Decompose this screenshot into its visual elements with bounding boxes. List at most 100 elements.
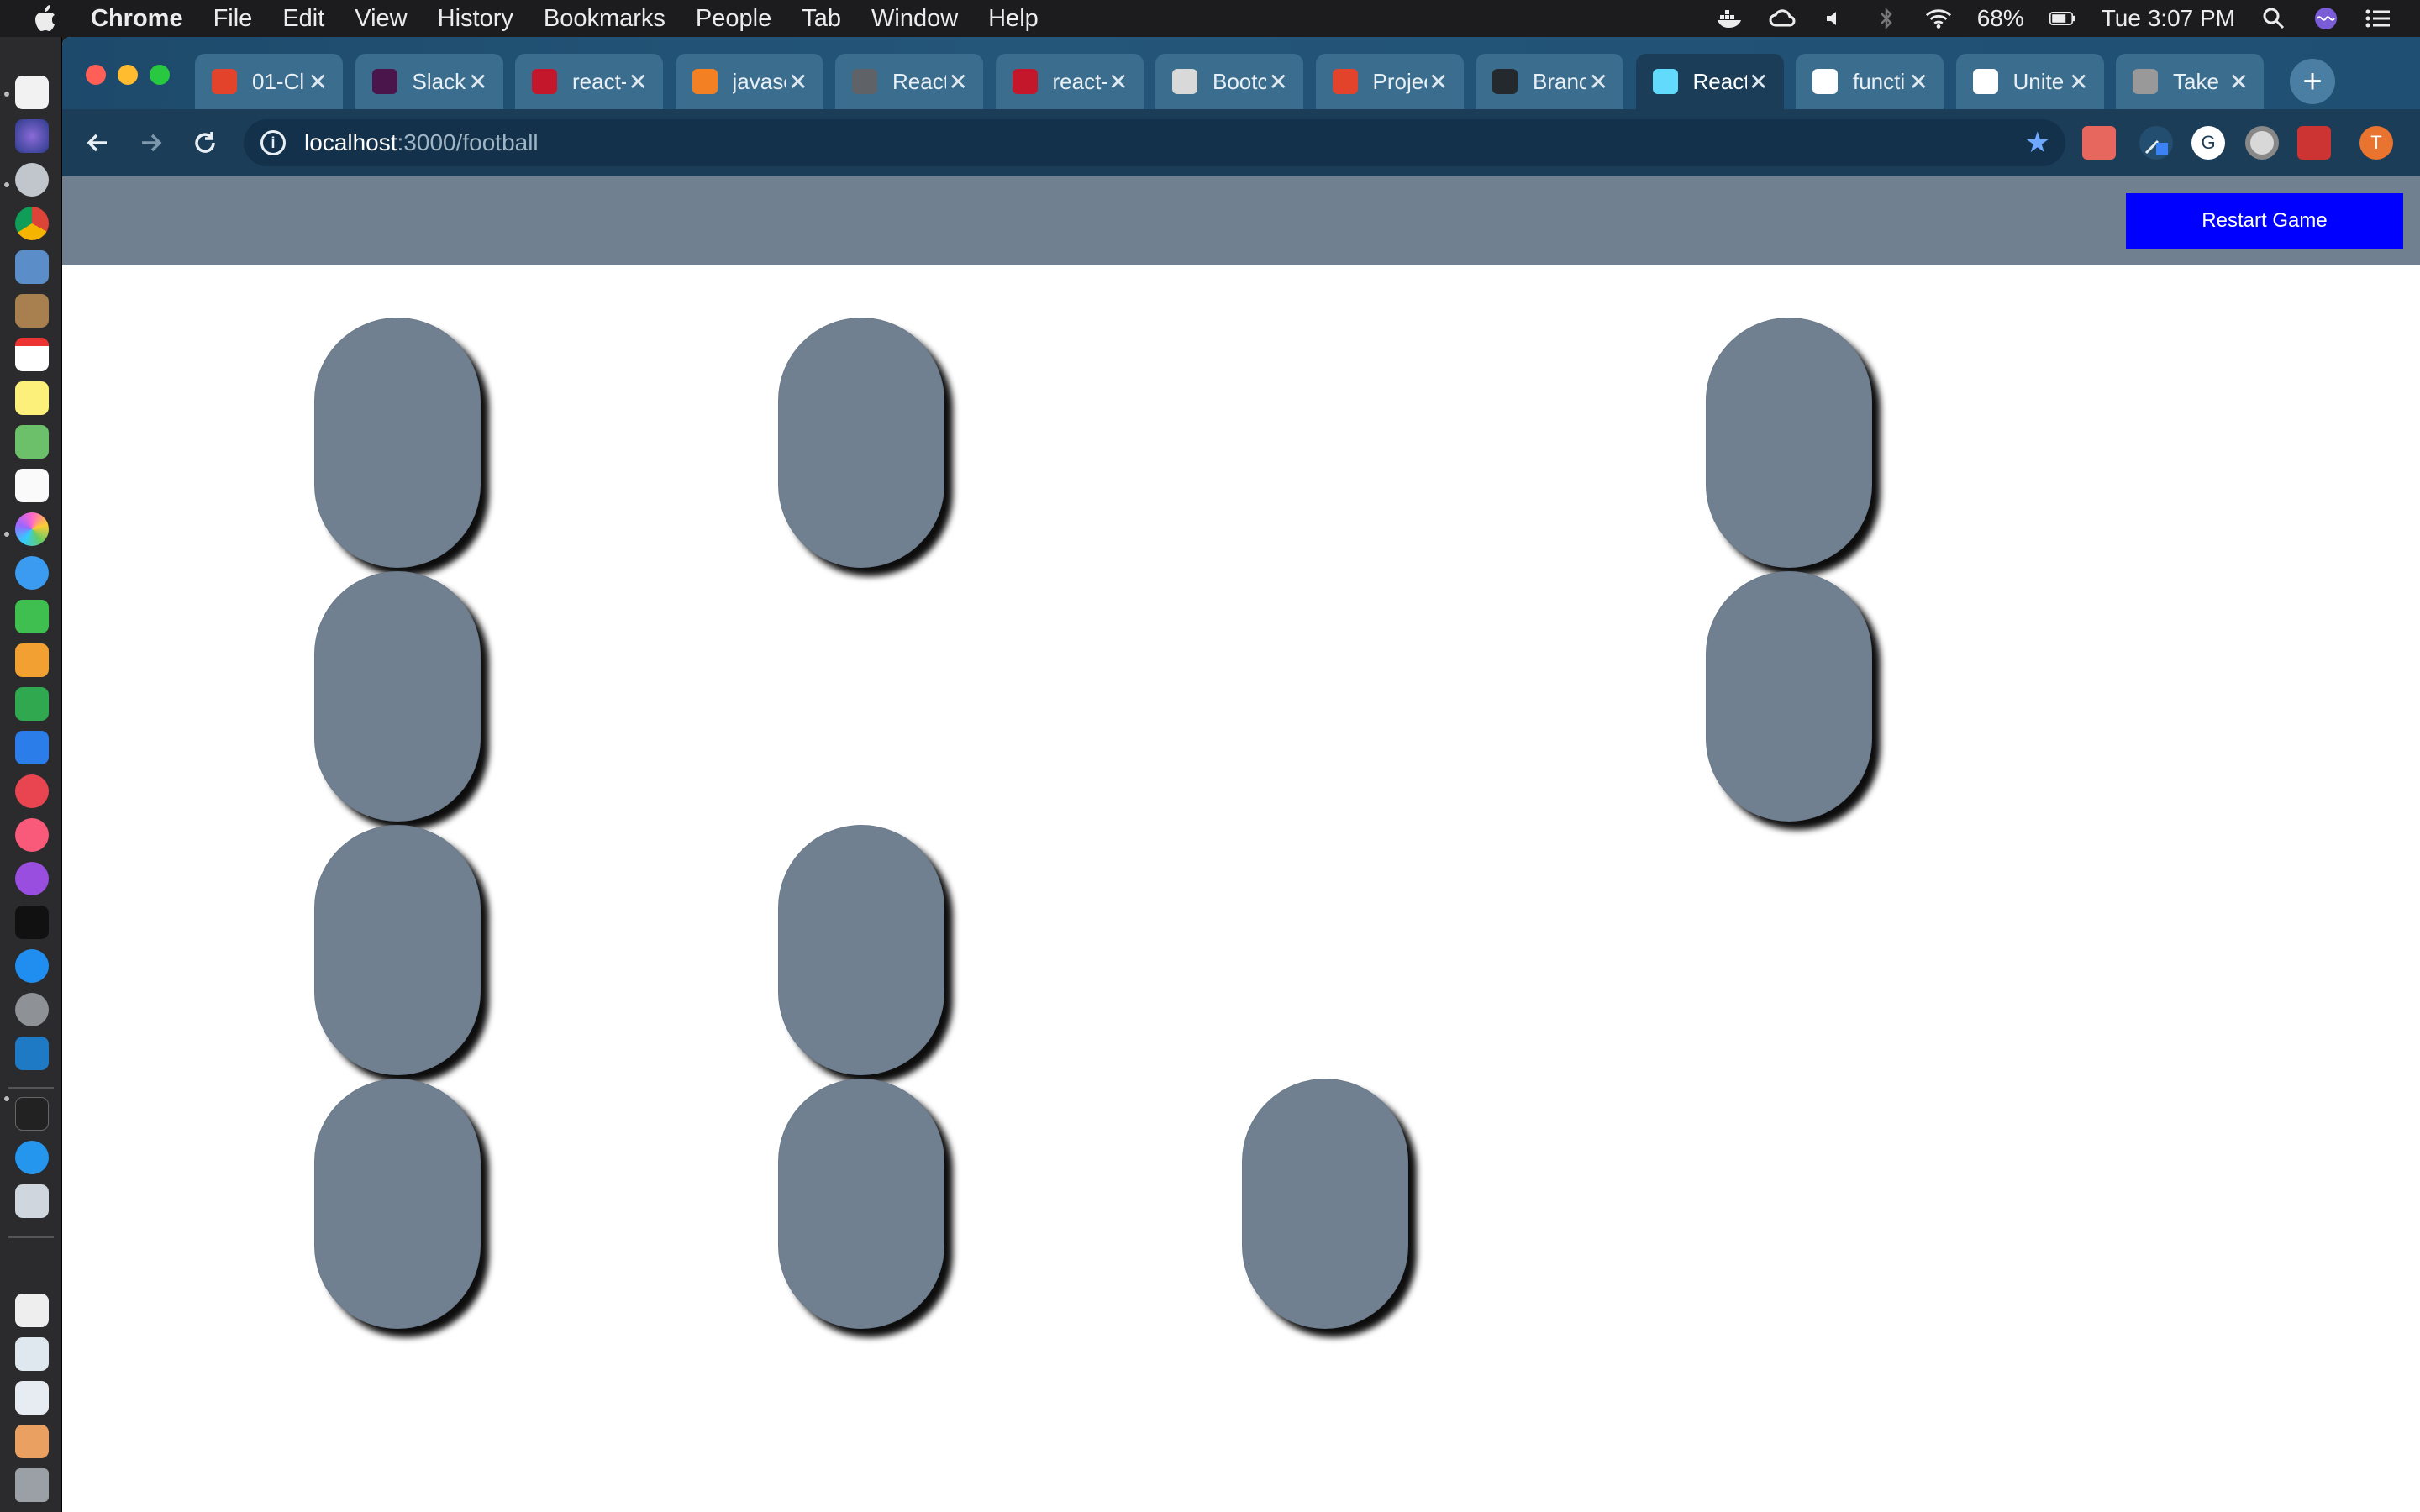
new-tab-button[interactable]: +: [2290, 59, 2335, 104]
browser-tab[interactable]: 01-Cl ✕: [195, 54, 343, 109]
menu-file[interactable]: File: [213, 5, 253, 33]
trash-icon[interactable]: [15, 1468, 49, 1502]
facetime-icon[interactable]: [15, 600, 49, 633]
pages-icon[interactable]: [15, 643, 49, 677]
apple-tv-icon[interactable]: [15, 906, 49, 939]
reminders-icon[interactable]: [15, 469, 49, 502]
news-icon[interactable]: [15, 774, 49, 808]
browser-tab[interactable]: Unite ✕: [1955, 54, 2104, 109]
browser-tab[interactable]: javasc✕: [675, 54, 823, 109]
vscode-icon[interactable]: [15, 1037, 49, 1070]
game-pill[interactable]: [314, 571, 481, 822]
folder-stack-icon[interactable]: [15, 1425, 49, 1458]
restart-game-button[interactable]: Restart Game: [2126, 193, 2403, 249]
browser-tab[interactable]: Bootc ✕: [1155, 54, 1303, 109]
docker-status-icon[interactable]: [1717, 7, 1744, 30]
game-pill[interactable]: [314, 1079, 481, 1329]
address-url[interactable]: localhost:3000/football: [304, 129, 539, 156]
volume-icon[interactable]: [1821, 7, 1848, 30]
browser-tab[interactable]: React ✕: [835, 54, 983, 109]
browser-tab[interactable]: Projec✕: [1315, 54, 1464, 109]
menu-view[interactable]: View: [355, 5, 407, 33]
docker-dock-icon[interactable]: [15, 1141, 49, 1174]
menu-history[interactable]: History: [438, 5, 513, 33]
preview-icon[interactable]: [15, 250, 49, 284]
keynote-icon[interactable]: [15, 731, 49, 764]
messages-icon[interactable]: [15, 556, 49, 590]
notes-icon[interactable]: [15, 381, 49, 415]
photos-icon[interactable]: [15, 512, 49, 546]
downloads-stack-icon[interactable]: [15, 1337, 49, 1371]
game-pill[interactable]: [778, 825, 944, 1075]
reload-button[interactable]: [185, 123, 225, 163]
close-tab-icon[interactable]: ✕: [1589, 68, 1608, 96]
menu-edit[interactable]: Edit: [282, 5, 324, 33]
close-tab-icon[interactable]: ✕: [1428, 68, 1448, 96]
browser-tab[interactable]: Branc ✕: [1476, 54, 1623, 109]
bookmark-star-icon[interactable]: ★: [2025, 126, 2050, 160]
apple-menu-icon[interactable]: [32, 0, 57, 37]
close-tab-icon[interactable]: ✕: [949, 68, 968, 96]
calendar-icon[interactable]: [15, 338, 49, 371]
podcasts-icon[interactable]: [15, 862, 49, 895]
close-tab-icon[interactable]: ✕: [1269, 68, 1288, 96]
game-pill[interactable]: [1706, 571, 1872, 822]
menu-help[interactable]: Help: [988, 5, 1039, 33]
extension-grammarly-icon[interactable]: G: [2191, 126, 2225, 160]
close-tab-icon[interactable]: ✕: [468, 68, 487, 96]
extension-puzzle-icon[interactable]: [2297, 126, 2331, 160]
finder-icon[interactable]: [15, 76, 49, 109]
menu-clock[interactable]: Tue 3:07 PM: [2102, 5, 2235, 32]
forward-button[interactable]: [131, 123, 171, 163]
launchpad-icon[interactable]: [15, 163, 49, 197]
spotlight-search-icon[interactable]: [2260, 7, 2287, 30]
contacts-icon[interactable]: [15, 294, 49, 328]
profile-avatar[interactable]: T: [2360, 126, 2393, 160]
menu-tab[interactable]: Tab: [802, 5, 841, 33]
browser-tab[interactable]: react- ✕: [995, 54, 1144, 109]
menu-window[interactable]: Window: [871, 5, 958, 33]
close-tab-icon[interactable]: ✕: [629, 68, 648, 96]
system-preferences-icon[interactable]: [15, 993, 49, 1026]
browser-tab[interactable]: functi ✕: [1796, 54, 1944, 109]
close-tab-icon[interactable]: ✕: [1749, 68, 1768, 96]
extension-record-icon[interactable]: [2245, 126, 2279, 160]
siri-dock-icon[interactable]: [15, 119, 49, 153]
game-pill[interactable]: [1242, 1079, 1408, 1329]
game-pill[interactable]: [1706, 318, 1872, 568]
close-tab-icon[interactable]: ✕: [2069, 68, 2088, 96]
zoom-window-button[interactable]: [150, 65, 170, 85]
close-tab-icon[interactable]: ✕: [1909, 68, 1928, 96]
battery-icon[interactable]: [2049, 7, 2076, 30]
creative-cloud-icon[interactable]: [1769, 7, 1796, 30]
close-tab-icon[interactable]: ✕: [788, 68, 808, 96]
numbers-icon[interactable]: [15, 687, 49, 721]
minimize-window-button[interactable]: [118, 65, 138, 85]
close-tab-icon[interactable]: ✕: [308, 68, 328, 96]
document-icon[interactable]: [15, 1294, 49, 1327]
browser-tab[interactable]: React ✕: [1635, 54, 1784, 109]
menu-people[interactable]: People: [696, 5, 771, 33]
extension-video-icon[interactable]: [2082, 126, 2116, 160]
back-button[interactable]: [77, 123, 118, 163]
browser-tab[interactable]: Take ✕: [2116, 54, 2264, 109]
wifi-icon[interactable]: [1925, 7, 1952, 30]
close-tab-icon[interactable]: ✕: [1108, 68, 1128, 96]
siri-icon[interactable]: [2312, 7, 2339, 30]
app-store-icon[interactable]: [15, 949, 49, 983]
chrome-dock-icon[interactable]: [15, 207, 49, 240]
browser-tab[interactable]: react- ✕: [515, 54, 663, 109]
image-capture-icon[interactable]: [15, 1184, 49, 1218]
screenshot-stack-icon[interactable]: [15, 1381, 49, 1415]
game-pill[interactable]: [778, 318, 944, 568]
music-icon[interactable]: [15, 818, 49, 852]
maps-icon[interactable]: [15, 425, 49, 459]
site-info-icon[interactable]: i: [260, 130, 286, 155]
address-bar[interactable]: i localhost:3000/football ★: [244, 119, 2065, 166]
close-tab-icon[interactable]: ✕: [2229, 68, 2249, 96]
notification-center-icon[interactable]: [2365, 7, 2391, 30]
menu-app-name[interactable]: Chrome: [91, 5, 183, 33]
menu-bookmarks[interactable]: Bookmarks: [544, 5, 666, 33]
game-pill[interactable]: [314, 825, 481, 1075]
game-pill[interactable]: [314, 318, 481, 568]
